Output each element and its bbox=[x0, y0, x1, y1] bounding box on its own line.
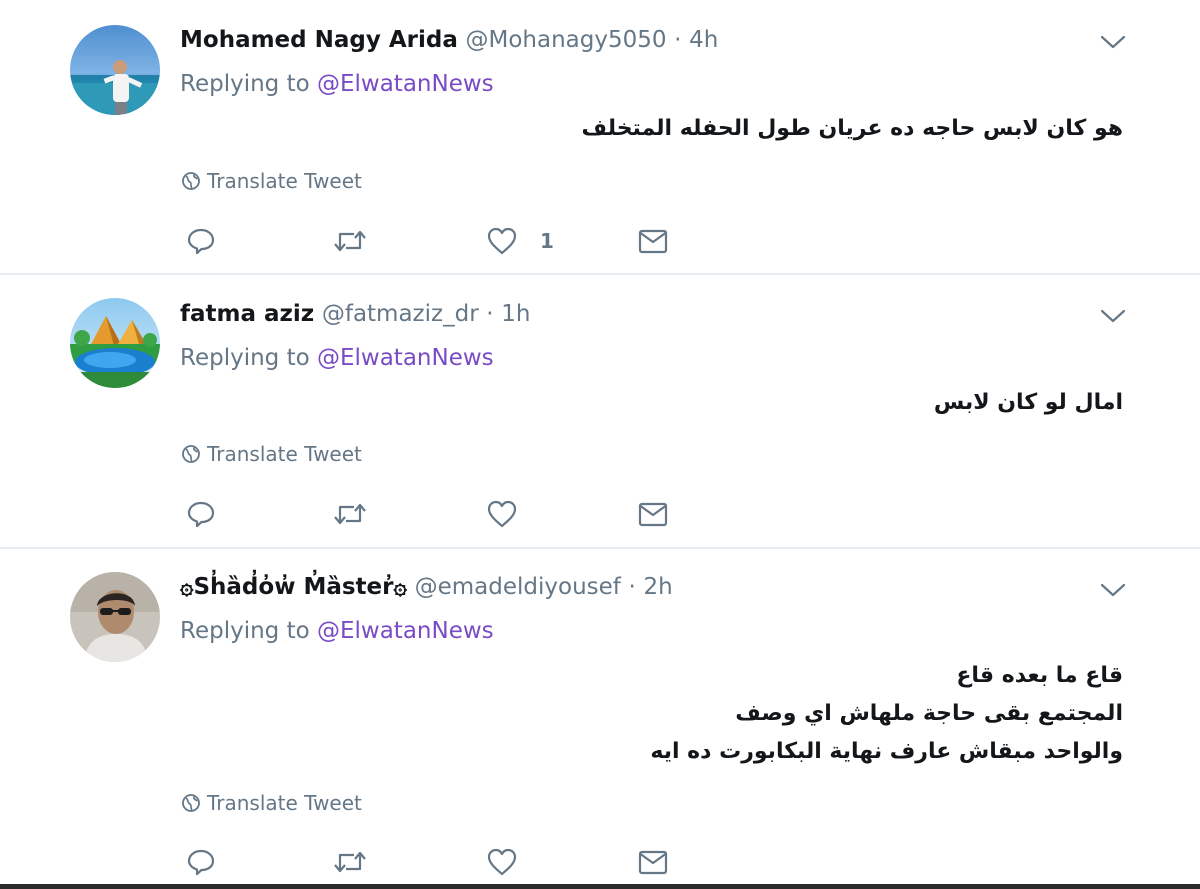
display-name[interactable]: Mohamed Nagy Arida bbox=[180, 27, 458, 53]
direct-message-button[interactable] bbox=[638, 847, 668, 877]
replying-to: Replying to @ElwatanNews bbox=[180, 69, 494, 99]
translate-tweet-link[interactable]: Translate Tweet bbox=[181, 168, 362, 194]
like-button[interactable] bbox=[486, 847, 540, 877]
heart-icon bbox=[487, 848, 517, 876]
envelope-icon bbox=[638, 850, 668, 875]
direct-message-button[interactable] bbox=[638, 499, 668, 529]
tweet-header: ۞Sh̓ȁd̓o̓w̓ M̓ȁster̓۞ @emadeldiyousef · … bbox=[180, 571, 673, 601]
retweet-icon bbox=[334, 230, 366, 252]
tweet-header: Mohamed Nagy Arida @Mohanagy5050 · 4h bbox=[180, 24, 718, 54]
separator-dot: · bbox=[628, 574, 636, 600]
tweet[interactable]: Mohamed Nagy Arida @Mohanagy5050 · 4h Re… bbox=[0, 0, 1200, 272]
envelope-icon bbox=[638, 229, 668, 254]
timestamp[interactable]: 1h bbox=[501, 301, 530, 327]
tweet-text-line: المجتمع بقى حاجة ملهاش اي وصف bbox=[735, 701, 1123, 726]
reply-button[interactable] bbox=[186, 847, 216, 877]
retweet-icon bbox=[334, 851, 366, 873]
display-name[interactable]: fatma aziz bbox=[180, 301, 314, 327]
chevron-down-icon[interactable] bbox=[1100, 33, 1126, 51]
tweet-header: fatma aziz @fatmaziz_dr · 1h bbox=[180, 298, 530, 328]
like-button[interactable] bbox=[486, 499, 540, 529]
tweet[interactable]: ۞Sh̓ȁd̓o̓w̓ M̓ȁster̓۞ @emadeldiyousef · … bbox=[0, 549, 1200, 884]
globe-icon bbox=[182, 445, 200, 463]
globe-icon bbox=[182, 794, 200, 812]
timestamp[interactable]: 2h bbox=[643, 574, 672, 600]
tweet-text-line: امال لو كان لابس bbox=[933, 390, 1123, 415]
replying-to-link[interactable]: @ElwatanNews bbox=[317, 618, 494, 644]
retweet-button[interactable] bbox=[332, 226, 368, 256]
replying-to: Replying to @ElwatanNews bbox=[180, 616, 494, 646]
avatar-image bbox=[70, 25, 160, 115]
retweet-button[interactable] bbox=[332, 847, 368, 877]
translate-label: Translate Tweet bbox=[207, 169, 362, 193]
display-name[interactable]: ۞Sh̓ȁd̓o̓w̓ M̓ȁster̓۞ bbox=[180, 574, 407, 600]
envelope-icon bbox=[638, 502, 668, 527]
tweet-text: امال لو كان لابس bbox=[423, 384, 1123, 422]
tweet-feed: Mohamed Nagy Arida @Mohanagy5050 · 4h Re… bbox=[0, 0, 1200, 889]
separator-dot: · bbox=[486, 301, 494, 327]
translate-label: Translate Tweet bbox=[207, 791, 362, 815]
retweet-button[interactable] bbox=[332, 499, 368, 529]
user-handle[interactable]: @fatmaziz_dr bbox=[322, 301, 479, 327]
tweet-text-line: والواحد مبقاش عارف نهاية البكابورت ده اي… bbox=[650, 739, 1123, 764]
tweet-text: هو كان لابس حاجه ده عريان طول الحفله الم… bbox=[423, 110, 1123, 148]
reply-icon bbox=[187, 228, 215, 255]
translate-tweet-link[interactable]: Translate Tweet bbox=[181, 790, 362, 816]
reply-icon bbox=[187, 501, 215, 528]
tweet-text-line: هو كان لابس حاجه ده عريان طول الحفله الم… bbox=[581, 116, 1123, 141]
chevron-down-icon[interactable] bbox=[1100, 307, 1126, 325]
replying-to-link[interactable]: @ElwatanNews bbox=[317, 71, 494, 97]
window-bottom-edge bbox=[0, 884, 1200, 889]
tweet[interactable]: fatma aziz @fatmaziz_dr · 1h Replying to… bbox=[0, 275, 1200, 546]
replying-to: Replying to @ElwatanNews bbox=[180, 343, 494, 373]
reply-icon bbox=[187, 849, 215, 876]
direct-message-button[interactable] bbox=[638, 226, 668, 256]
like-count: 1 bbox=[540, 229, 554, 253]
chevron-down-icon[interactable] bbox=[1100, 581, 1126, 599]
avatar-image bbox=[70, 298, 160, 388]
avatar-image bbox=[70, 572, 160, 662]
heart-icon bbox=[487, 227, 517, 255]
replying-to-link[interactable]: @ElwatanNews bbox=[317, 345, 494, 371]
heart-icon bbox=[487, 500, 517, 528]
replying-to-label: Replying to bbox=[180, 618, 317, 644]
user-handle[interactable]: @emadeldiyousef bbox=[415, 574, 621, 600]
avatar[interactable] bbox=[70, 572, 160, 662]
tweet-text-line: قاع ما بعده قاع bbox=[956, 663, 1123, 688]
like-button[interactable]: 1 bbox=[486, 226, 554, 256]
retweet-icon bbox=[334, 503, 366, 525]
avatar[interactable] bbox=[70, 25, 160, 115]
translate-tweet-link[interactable]: Translate Tweet bbox=[181, 441, 362, 467]
timestamp[interactable]: 4h bbox=[689, 27, 718, 53]
replying-to-label: Replying to bbox=[180, 345, 317, 371]
separator-dot: · bbox=[674, 27, 682, 53]
reply-button[interactable] bbox=[186, 499, 216, 529]
translate-label: Translate Tweet bbox=[207, 442, 362, 466]
reply-button[interactable] bbox=[186, 226, 216, 256]
avatar[interactable] bbox=[70, 298, 160, 388]
user-handle[interactable]: @Mohanagy5050 bbox=[466, 27, 667, 53]
globe-icon bbox=[182, 172, 200, 190]
replying-to-label: Replying to bbox=[180, 71, 317, 97]
tweet-text: قاع ما بعده قاع المجتمع بقى حاجة ملهاش ا… bbox=[423, 657, 1123, 771]
